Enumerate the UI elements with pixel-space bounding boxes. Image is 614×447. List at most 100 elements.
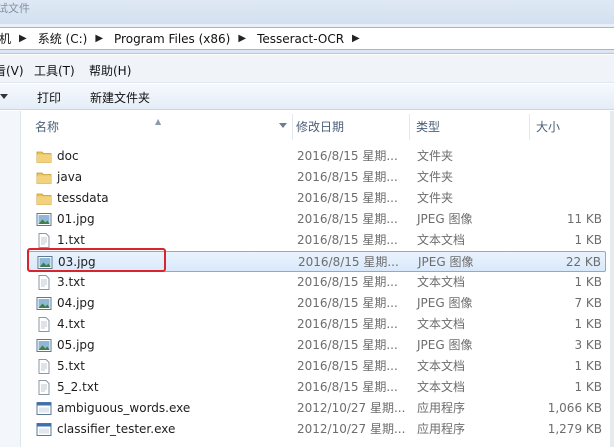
file-size: 3 KB: [574, 338, 602, 352]
file-size: 11 KB: [566, 212, 602, 226]
file-row[interactable]: doc 2016/8/15 星期... 文件夹: [28, 146, 606, 167]
command-toolbar: 打印 新建文件夹: [0, 84, 614, 110]
file-type: 文件夹: [417, 191, 454, 205]
text-file-icon: [36, 317, 52, 332]
column-header-name[interactable]: 名称 ▲: [21, 114, 293, 140]
menu-help[interactable]: 帮助(H): [89, 62, 131, 79]
file-row[interactable]: classifier_tester.exe 2012/10/27 星期... 应用程…: [28, 419, 606, 440]
new-folder-button[interactable]: 新建文件夹: [90, 89, 150, 106]
file-type: 文件夹: [417, 170, 454, 184]
file-size: 1 KB: [574, 275, 602, 289]
file-modified-date: 2016/8/15 星期...: [298, 255, 399, 269]
file-row[interactable]: tessdata 2016/8/15 星期... 文件夹: [28, 188, 606, 209]
file-type: 文本文档: [417, 359, 466, 373]
file-type: 文本文档: [417, 317, 466, 331]
file-row[interactable]: 3.txt 2016/8/15 星期... 文本文档 1 KB: [28, 272, 606, 293]
breadcrumb-separator-icon[interactable]: ▶: [13, 33, 36, 44]
menu-view[interactable]: 看(V): [0, 62, 24, 79]
file-modified-date: 2016/8/15 星期...: [297, 380, 398, 394]
menu-tools[interactable]: 工具(T): [34, 62, 75, 79]
file-size: 7 KB: [574, 296, 602, 310]
file-row[interactable]: 01.jpg 2016/8/15 星期... JPEG 图像 11 KB: [28, 209, 606, 230]
text-file-icon: [36, 275, 52, 290]
file-name: 03.jpg: [58, 255, 96, 269]
sort-ascending-icon: ▲: [155, 117, 162, 126]
file-type: 文件夹: [417, 149, 454, 163]
column-header-date[interactable]: 修改日期: [290, 114, 410, 140]
file-size: 1 KB: [574, 380, 602, 394]
breadcrumb[interactable]: 机 ▶ 系统 (C:) ▶ Program Files (x86) ▶ Tess…: [0, 27, 614, 50]
file-type: 应用程序: [417, 422, 466, 436]
file-type: JPEG 图像: [417, 338, 473, 352]
file-type: JPEG 图像: [418, 255, 474, 269]
file-modified-date: 2012/10/27 星期...: [297, 401, 406, 415]
file-type: 文本文档: [417, 275, 466, 289]
file-row[interactable]: 04.jpg 2016/8/15 星期... JPEG 图像 7 KB: [28, 293, 606, 314]
file-name: tessdata: [57, 191, 109, 205]
column-header-date-label: 修改日期: [296, 120, 345, 134]
file-modified-date: 2016/8/15 星期...: [297, 317, 398, 331]
file-size: 1,066 KB: [547, 401, 602, 415]
file-modified-date: 2016/8/15 星期...: [297, 338, 398, 352]
file-name: 01.jpg: [57, 212, 95, 226]
file-type: 文本文档: [417, 380, 466, 394]
file-modified-date: 2012/10/27 星期...: [297, 422, 406, 436]
print-button[interactable]: 打印: [37, 89, 61, 106]
file-size: 1,279 KB: [547, 422, 602, 436]
file-size: 1 KB: [574, 233, 602, 247]
breadcrumb-system-c[interactable]: 系统 (C:): [36, 30, 90, 47]
image-file-icon: [36, 212, 52, 227]
folder-icon: [36, 149, 52, 164]
file-modified-date: 2016/8/15 星期...: [297, 233, 398, 247]
image-file-icon: [37, 255, 53, 270]
breadcrumb-program-files[interactable]: Program Files (x86): [112, 32, 232, 46]
column-header-name-label: 名称: [35, 120, 60, 134]
breadcrumb-tesseract[interactable]: Tesseract-OCR: [255, 32, 346, 46]
image-file-icon: [36, 296, 52, 311]
column-header-row: 名称 ▲ 修改日期 类型 大小: [21, 114, 614, 140]
file-size: 1 KB: [574, 359, 602, 373]
file-size: 22 KB: [565, 255, 601, 269]
vertical-scrollbar[interactable]: [610, 111, 614, 447]
file-name: classifier_tester.exe: [57, 422, 176, 436]
file-size: 1 KB: [574, 317, 602, 331]
window-titlebar: 测试文件: [0, 0, 614, 24]
dropdown-arrow-icon[interactable]: [0, 94, 8, 99]
breadcrumb-separator-icon[interactable]: ▶: [89, 33, 112, 44]
file-type: 文本文档: [417, 233, 466, 247]
file-name: ambiguous_words.exe: [57, 401, 191, 415]
column-header-size-label: 大小: [536, 120, 561, 134]
breadcrumb-separator-icon[interactable]: ▶: [232, 33, 255, 44]
file-type: JPEG 图像: [417, 212, 473, 226]
column-header-size[interactable]: 大小: [530, 114, 614, 140]
file-row[interactable]: 1.txt 2016/8/15 星期... 文本文档 1 KB: [28, 230, 606, 251]
file-list: 名称 ▲ 修改日期 类型 大小 doc 2016/8/15 星期... 文件夹 jav…: [0, 111, 614, 447]
file-name: 3.txt: [57, 275, 85, 289]
file-row[interactable]: java 2016/8/15 星期... 文件夹: [28, 167, 606, 188]
file-row[interactable]: 4.txt 2016/8/15 星期... 文本文档 1 KB: [28, 314, 606, 335]
breadcrumb-separator-icon[interactable]: ▶: [346, 33, 369, 44]
address-bar: 机 ▶ 系统 (C:) ▶ Program Files (x86) ▶ Tess…: [0, 24, 614, 54]
file-type: JPEG 图像: [417, 296, 473, 310]
column-filter-dropdown-icon[interactable]: [279, 123, 287, 128]
column-header-type-label: 类型: [416, 120, 441, 134]
file-modified-date: 2016/8/15 星期...: [297, 275, 398, 289]
file-name: 05.jpg: [57, 338, 95, 352]
file-modified-date: 2016/8/15 星期...: [297, 296, 398, 310]
file-name: doc: [57, 149, 79, 163]
file-row[interactable]: 03.jpg 2016/8/15 星期... JPEG 图像 22 KB: [28, 251, 606, 272]
file-row[interactable]: 5.txt 2016/8/15 星期... 文本文档 1 KB: [28, 356, 606, 377]
text-file-icon: [36, 380, 52, 395]
navigation-pane[interactable]: [0, 111, 21, 447]
file-row[interactable]: 5_2.txt 2016/8/15 星期... 文本文档 1 KB: [28, 377, 606, 398]
file-name: java: [57, 170, 83, 184]
text-file-icon: [36, 233, 52, 248]
column-header-type[interactable]: 类型: [410, 114, 530, 140]
file-row[interactable]: 05.jpg 2016/8/15 星期... JPEG 图像 3 KB: [28, 335, 606, 356]
breadcrumb-computer[interactable]: 机: [0, 30, 13, 47]
file-modified-date: 2016/8/15 星期...: [297, 359, 398, 373]
file-row[interactable]: ambiguous_words.exe 2012/10/27 星期... 应用程序 1…: [28, 398, 606, 419]
text-file-icon: [36, 359, 52, 374]
file-name: 04.jpg: [57, 296, 95, 310]
file-type: 应用程序: [417, 401, 466, 415]
